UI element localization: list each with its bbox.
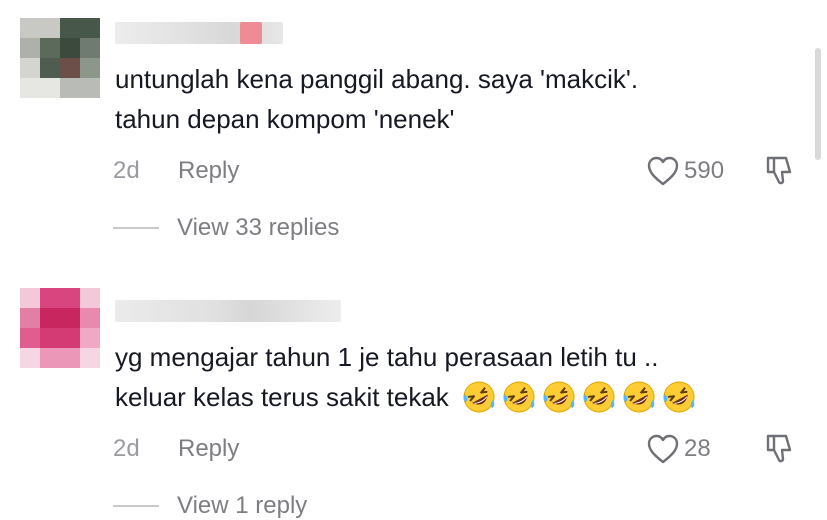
dislike-icon[interactable] bbox=[764, 154, 798, 188]
avatar[interactable] bbox=[20, 18, 100, 98]
view-replies-label: View 1 reply bbox=[177, 492, 308, 519]
reply-button[interactable]: Reply bbox=[178, 156, 239, 186]
avatar[interactable] bbox=[20, 288, 100, 368]
rolling-on-floor-laughing-emoji bbox=[623, 381, 655, 413]
comment-text-line-2: tahun depan kompom 'nenek' bbox=[115, 104, 455, 134]
heart-icon bbox=[647, 434, 679, 464]
comment-text: keluar kelas terus sakit tekak bbox=[115, 382, 449, 412]
comment-time: 2d bbox=[113, 435, 140, 462]
rolling-on-floor-laughing-emoji bbox=[463, 381, 495, 413]
comment-text-line-1: yg mengajar tahun 1 je tahu perasaan let… bbox=[115, 342, 659, 372]
reply-button[interactable]: Reply bbox=[178, 434, 239, 464]
dislike-icon[interactable] bbox=[764, 432, 798, 466]
scrollbar[interactable] bbox=[815, 48, 821, 160]
emoji-row bbox=[456, 381, 696, 413]
username-blurred[interactable] bbox=[115, 300, 341, 322]
like-button[interactable]: 28 bbox=[646, 432, 711, 466]
view-replies-button[interactable]: View 33 replies bbox=[113, 214, 339, 242]
view-replies-label: View 33 replies bbox=[177, 214, 340, 241]
heart-icon bbox=[647, 156, 679, 186]
divider-line bbox=[113, 227, 159, 229]
rolling-on-floor-laughing-emoji bbox=[663, 381, 695, 413]
comment-text-line-2: keluar kelas terus sakit tekak bbox=[115, 380, 696, 416]
comment-time: 2d bbox=[113, 157, 140, 184]
username-badge-blurred bbox=[240, 22, 262, 44]
view-replies-button[interactable]: View 1 reply bbox=[113, 492, 307, 520]
rolling-on-floor-laughing-emoji bbox=[543, 381, 575, 413]
like-count: 590 bbox=[684, 157, 725, 184]
like-count: 28 bbox=[684, 435, 711, 462]
rolling-on-floor-laughing-emoji bbox=[503, 381, 535, 413]
divider-line bbox=[113, 505, 159, 507]
rolling-on-floor-laughing-emoji bbox=[583, 381, 615, 413]
comment-text-line-1: untunglah kena panggil abang. saya 'makc… bbox=[115, 64, 639, 94]
like-button[interactable]: 590 bbox=[646, 154, 724, 188]
